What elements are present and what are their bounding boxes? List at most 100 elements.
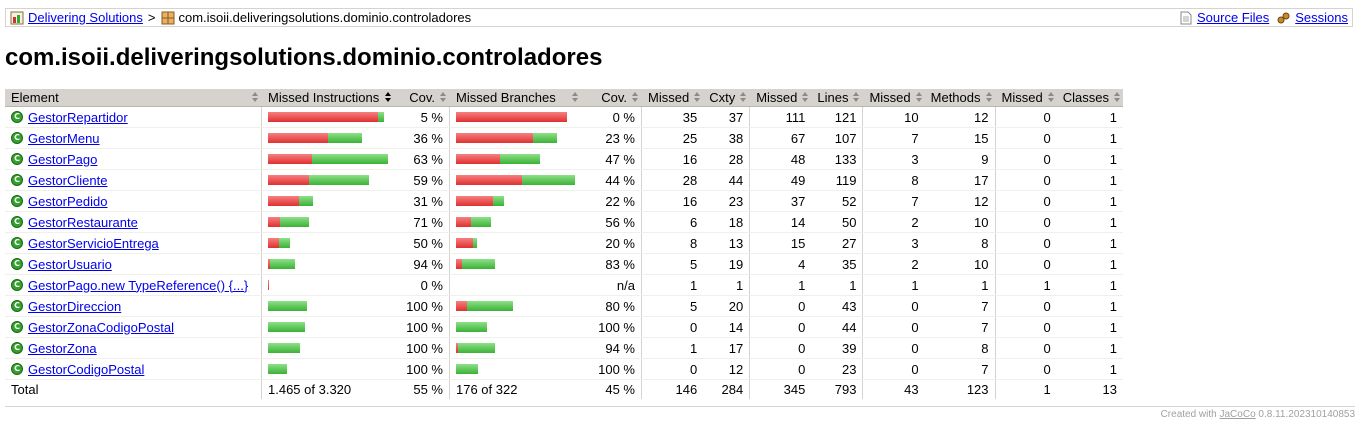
branches-bar <box>456 364 575 374</box>
class-link[interactable]: GestorPago.new TypeReference() {...} <box>28 278 248 293</box>
class-link[interactable]: GestorCliente <box>28 173 107 188</box>
branches-bar <box>456 259 575 269</box>
instructions-bar-cell <box>261 106 394 128</box>
header-element[interactable]: Element <box>5 89 262 107</box>
table-row: C GestorServicioEntrega 50 % 20 % 8 13 15 27 3 8 0… <box>5 232 1123 254</box>
header-missed-classes[interactable]: Missed <box>994 89 1057 107</box>
cxty: 20 <box>703 295 750 317</box>
class-link[interactable]: GestorRestaurante <box>28 215 138 230</box>
class-link[interactable]: GestorPago <box>28 152 97 167</box>
source-files-link[interactable]: Source Files <box>1197 10 1269 25</box>
missed-lines: 0 <box>749 337 812 359</box>
class-link[interactable]: GestorUsuario <box>28 257 112 272</box>
cxty: 28 <box>703 148 750 170</box>
instructions-bar <box>268 364 388 374</box>
package-icon <box>161 11 174 24</box>
sort-icon <box>252 92 258 102</box>
classes: 1 <box>1056 253 1123 275</box>
missed-lines: 37 <box>749 190 812 212</box>
total-instructions-cov: 55 % <box>394 379 450 399</box>
branches-covered-bar <box>456 364 478 374</box>
lines: 121 <box>811 106 863 128</box>
header-cov-instructions-label: Cov. <box>409 90 435 105</box>
branches-bar <box>456 322 575 332</box>
branches-missed-bar <box>456 133 533 143</box>
missed-classes: 0 <box>994 169 1057 191</box>
class-link[interactable]: GestorServicioEntrega <box>28 236 159 251</box>
branches-missed-bar <box>456 238 473 248</box>
header-missed-methods[interactable]: Missed <box>862 89 925 107</box>
header-cov-branches[interactable]: Cov. <box>581 89 642 107</box>
instructions-bar-cell <box>261 190 394 212</box>
cxty: 13 <box>703 232 750 254</box>
total-methods: 123 <box>924 379 996 399</box>
missed-classes: 0 <box>994 106 1057 128</box>
element-cell: C GestorMenu <box>5 127 262 149</box>
jacoco-link[interactable]: JaCoCo <box>1220 409 1256 420</box>
methods: 10 <box>924 253 996 275</box>
branches-bar-cell <box>449 337 581 359</box>
branches-covered-bar <box>473 238 477 248</box>
header-missed-cxty[interactable]: Missed <box>641 89 704 107</box>
total-label: Total <box>5 379 262 399</box>
instructions-bar-cell <box>261 127 394 149</box>
header-methods[interactable]: Methods <box>924 89 996 107</box>
table-row: C GestorCliente 59 % 44 % 28 44 49 119 8 17 0 1 <box>5 169 1123 191</box>
breadcrumb-separator: > <box>147 10 156 25</box>
class-icon: C <box>11 237 23 249</box>
cxty: 44 <box>703 169 750 191</box>
class-icon: C <box>11 132 23 144</box>
branches-missed-bar <box>456 196 493 206</box>
class-link[interactable]: GestorRepartidor <box>28 110 128 125</box>
methods: 1 <box>924 274 996 296</box>
footer: Created with JaCoCo 0.8.11.202310140853 <box>5 406 1355 420</box>
breadcrumb-project-link[interactable]: Delivering Solutions <box>10 10 143 25</box>
sort-icon <box>1047 92 1054 102</box>
missed-lines: 0 <box>749 295 812 317</box>
branches-cov: 94 % <box>581 337 642 359</box>
header-lines[interactable]: Lines <box>811 89 863 107</box>
instructions-bar <box>268 175 388 185</box>
class-icon: C <box>11 195 23 207</box>
table-header-row: Element Missed Instructions Cov. Missed … <box>5 89 1123 107</box>
header-missed-branches[interactable]: Missed Branches <box>449 89 581 107</box>
class-link[interactable]: GestorMenu <box>28 131 100 146</box>
branches-bar-cell <box>449 295 581 317</box>
class-link[interactable]: GestorCodigoPostal <box>28 362 144 377</box>
classes: 1 <box>1056 337 1123 359</box>
instructions-bar-cell <box>261 274 394 296</box>
class-link[interactable]: GestorPedido <box>28 194 108 209</box>
branches-bar-cell <box>449 316 581 338</box>
missed-cxty: 1 <box>641 274 704 296</box>
header-missed-instructions[interactable]: Missed Instructions <box>261 89 394 107</box>
instructions-cov: 5 % <box>394 106 450 128</box>
missed-methods: 3 <box>862 148 925 170</box>
sort-icon <box>985 92 992 102</box>
methods: 10 <box>924 211 996 233</box>
branches-covered-bar <box>500 154 540 164</box>
breadcrumb: Delivering Solutions > com.isoii.deliver… <box>5 8 1353 27</box>
missed-methods: 2 <box>862 253 925 275</box>
branches-missed-bar <box>456 175 522 185</box>
lines: 50 <box>811 211 863 233</box>
class-link[interactable]: GestorZona <box>28 341 97 356</box>
class-icon: C <box>11 363 23 375</box>
header-cxty[interactable]: Cxty <box>703 89 750 107</box>
header-cov-instructions[interactable]: Cov. <box>394 89 450 107</box>
table-row: C GestorUsuario 94 % 83 % 5 19 4 35 2 10 0 1 <box>5 253 1123 275</box>
breadcrumb-actions: Source Files Sessions <box>1179 10 1348 25</box>
missed-cxty: 6 <box>641 211 704 233</box>
instructions-bar <box>268 301 388 311</box>
header-missed-lines[interactable]: Missed <box>749 89 812 107</box>
class-link[interactable]: GestorZonaCodigoPostal <box>28 320 174 335</box>
header-classes[interactable]: Classes <box>1056 89 1123 107</box>
class-link[interactable]: GestorDireccion <box>28 299 121 314</box>
sessions-link[interactable]: Sessions <box>1295 10 1348 25</box>
branches-covered-bar <box>533 133 557 143</box>
table-row: C GestorPago.new TypeReference() {...} 0 %… <box>5 274 1123 296</box>
lines: 1 <box>811 274 863 296</box>
branches-bar <box>456 280 575 290</box>
total-missed-classes: 1 <box>994 379 1057 399</box>
element-cell: C GestorPago <box>5 148 262 170</box>
instructions-bar <box>268 217 388 227</box>
